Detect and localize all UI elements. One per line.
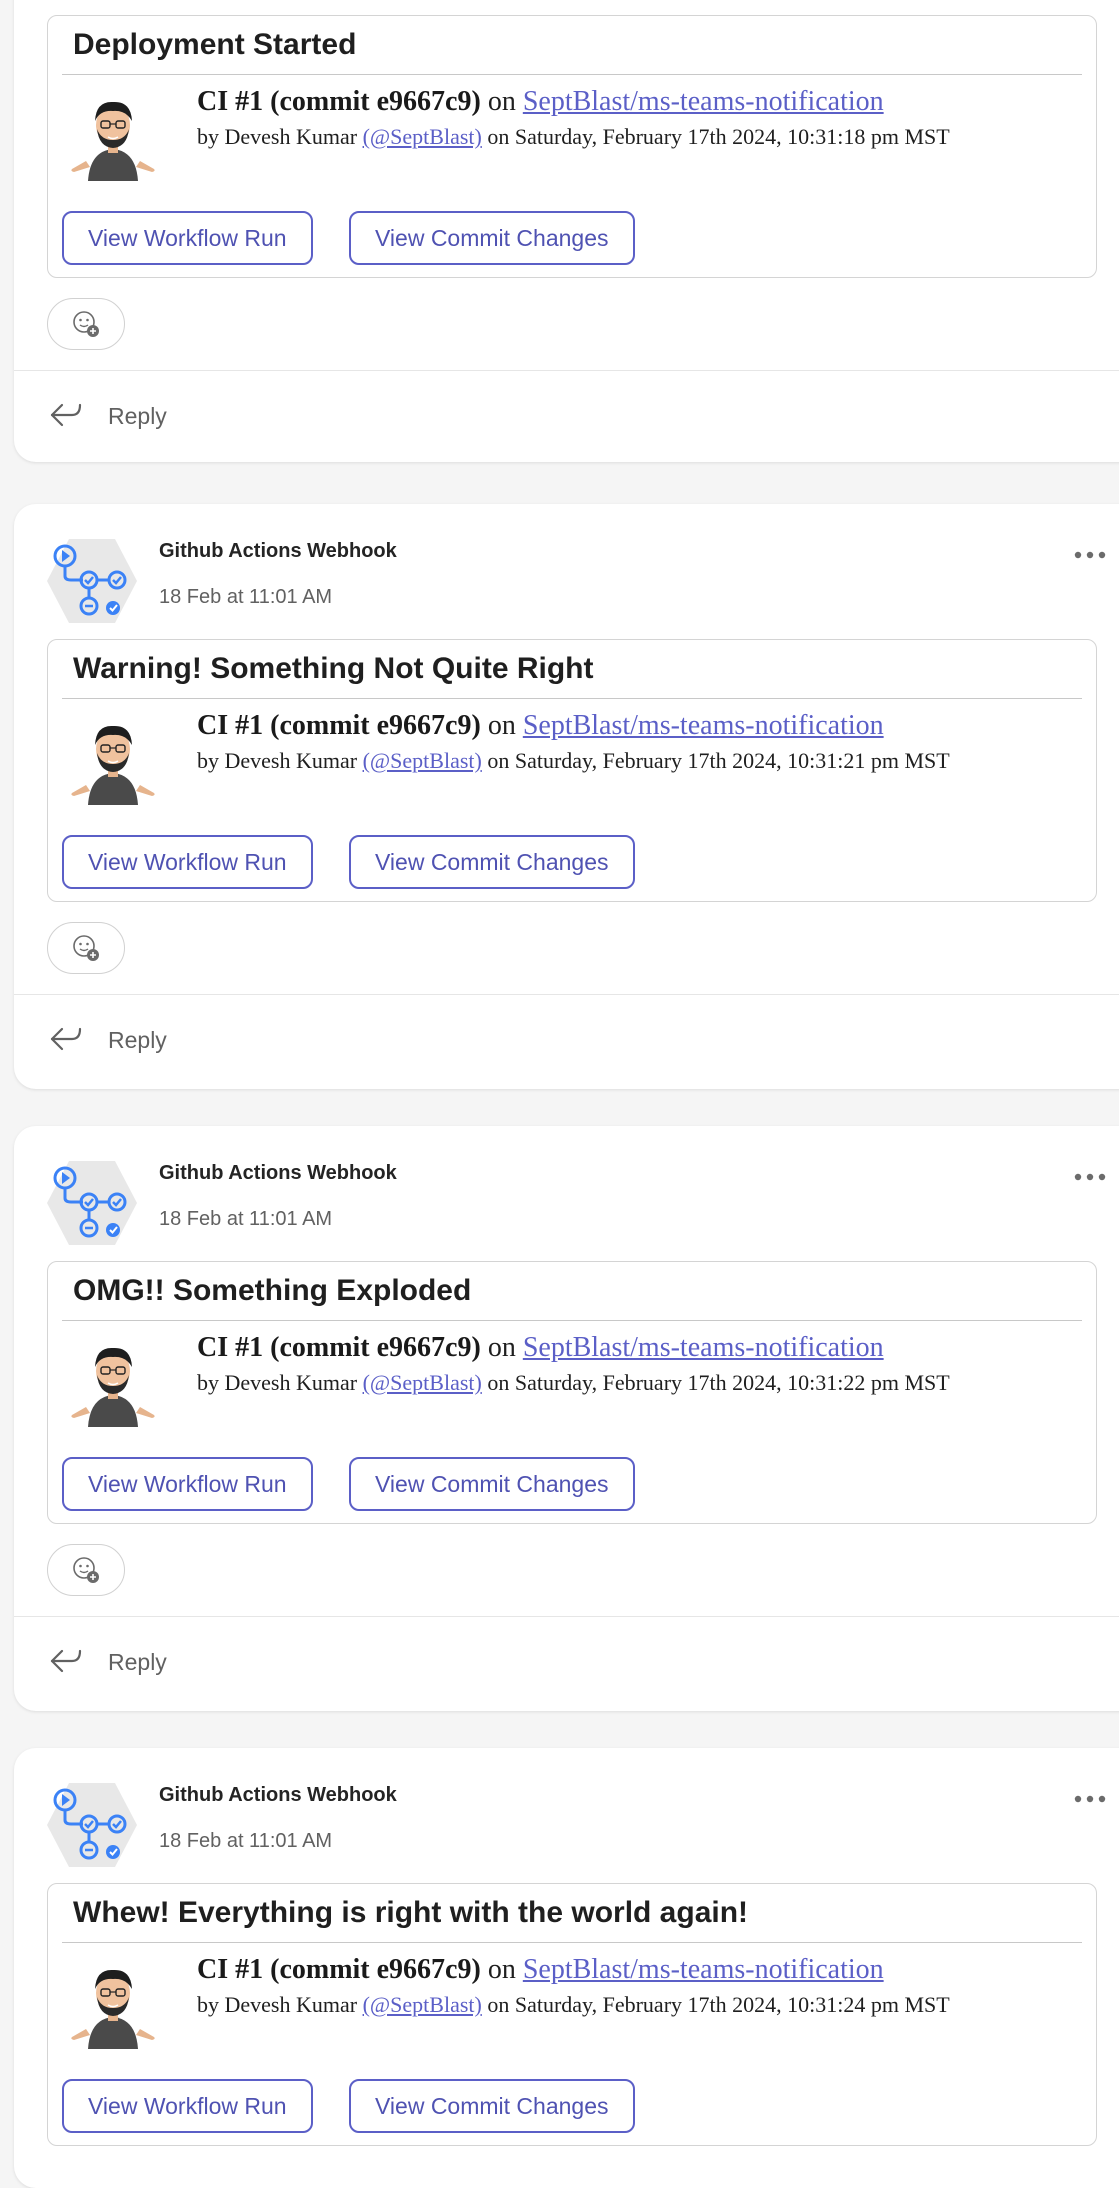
on-text: on <box>487 86 516 117</box>
github-actions-webhook-icon <box>47 539 137 623</box>
sender-name[interactable]: Github Actions Webhook <box>159 1162 397 1185</box>
person-avatar-icon <box>71 725 155 805</box>
reply-arrow-icon <box>50 1027 82 1051</box>
view-commit-changes-button[interactable]: View Commit Changes <box>349 835 635 889</box>
card-title: OMG!! Something Exploded <box>73 1274 472 1307</box>
github-actions-webhook-icon <box>47 1161 137 1245</box>
reply-label: Reply <box>108 1649 167 1675</box>
ci-label: CI #1 (commit e9667c9) <box>197 1954 481 1985</box>
author-info: by Devesh Kumar (@SeptBlast) on Saturday… <box>197 1992 950 2018</box>
card-divider <box>62 1320 1082 1321</box>
handle-link[interactable]: (@SeptBlast) <box>363 124 482 149</box>
on-text: on <box>487 1332 516 1363</box>
message-post: Github Actions Webhook 18 Feb at 11:01 A… <box>14 1126 1119 1711</box>
ci-label: CI #1 (commit e9667c9) <box>197 86 481 117</box>
author-info: by Devesh Kumar (@SeptBlast) on Saturday… <box>197 124 950 150</box>
on-text: on <box>487 710 516 741</box>
add-reaction-button[interactable] <box>47 922 125 974</box>
card-title: Whew! Everything is right with the world… <box>73 1896 749 1929</box>
person-avatar-icon <box>71 1347 155 1427</box>
repo-link[interactable]: SeptBlast/ms-teams-notification <box>523 710 884 741</box>
view-commit-changes-button[interactable]: View Commit Changes <box>349 2079 635 2133</box>
repo-link[interactable]: SeptBlast/ms-teams-notification <box>523 86 884 117</box>
date-text: on Saturday, February 17th 2024, 10:31:1… <box>487 124 950 149</box>
handle-link[interactable]: (@SeptBlast) <box>363 1370 482 1395</box>
by-text: by Devesh Kumar <box>197 124 358 149</box>
view-workflow-run-button[interactable]: View Workflow Run <box>62 211 313 265</box>
ci-info: CI #1 (commit e9667c9) on SeptBlast/ms-t… <box>197 1332 884 1364</box>
view-commit-changes-button[interactable]: View Commit Changes <box>349 211 635 265</box>
add-reaction-button[interactable] <box>47 1544 125 1596</box>
handle-link[interactable]: (@SeptBlast) <box>363 748 482 773</box>
sender-name[interactable]: Github Actions Webhook <box>159 1784 397 1807</box>
ci-info: CI #1 (commit e9667c9) on SeptBlast/ms-t… <box>197 1954 884 1986</box>
notification-card: Whew! Everything is right with the world… <box>47 1883 1097 2146</box>
repo-link[interactable]: SeptBlast/ms-teams-notification <box>523 1332 884 1363</box>
ci-info: CI #1 (commit e9667c9) on SeptBlast/ms-t… <box>197 710 884 742</box>
card-title: Deployment Started <box>73 28 357 61</box>
card-title: Warning! Something Not Quite Right <box>73 652 594 685</box>
view-workflow-run-button[interactable]: View Workflow Run <box>62 1457 313 1511</box>
reply-label: Reply <box>108 403 167 429</box>
repo-link[interactable]: SeptBlast/ms-teams-notification <box>523 1954 884 1985</box>
date-text: on Saturday, February 17th 2024, 10:31:2… <box>487 748 950 773</box>
more-options-icon[interactable] <box>1070 540 1110 570</box>
timestamp: 18 Feb at 11:01 AM <box>159 1208 333 1230</box>
add-reaction-button[interactable] <box>47 298 125 350</box>
view-workflow-run-button[interactable]: View Workflow Run <box>62 835 313 889</box>
card-divider <box>62 74 1082 75</box>
author-info: by Devesh Kumar (@SeptBlast) on Saturday… <box>197 748 950 774</box>
post-header: Github Actions Webhook 18 Feb at 11:01 A… <box>14 1748 1119 1883</box>
view-commit-changes-button[interactable]: View Commit Changes <box>349 1457 635 1511</box>
reply-label: Reply <box>108 1027 167 1053</box>
by-text: by Devesh Kumar <box>197 1992 358 2017</box>
reply-arrow-icon <box>50 1649 82 1673</box>
handle-link[interactable]: (@SeptBlast) <box>363 1992 482 2017</box>
card-divider <box>62 698 1082 699</box>
by-text: by Devesh Kumar <box>197 748 358 773</box>
person-avatar-icon <box>71 101 155 181</box>
notification-card: Warning! Something Not Quite Right CI #1… <box>47 639 1097 902</box>
add-reaction-icon <box>73 935 99 961</box>
card-divider <box>62 1942 1082 1943</box>
add-reaction-icon <box>73 311 99 337</box>
date-text: on Saturday, February 17th 2024, 10:31:2… <box>487 1992 950 2017</box>
timestamp: 18 Feb at 11:01 AM <box>159 1830 333 1852</box>
ci-label: CI #1 (commit e9667c9) <box>197 1332 481 1363</box>
on-text: on <box>487 1954 516 1985</box>
ci-info: CI #1 (commit e9667c9) on SeptBlast/ms-t… <box>197 86 884 118</box>
notification-card: OMG!! Something Exploded CI #1 (commit e… <box>47 1261 1097 1524</box>
timestamp: 18 Feb at 11:01 AM <box>159 586 333 608</box>
date-text: on Saturday, February 17th 2024, 10:31:2… <box>487 1370 950 1395</box>
person-avatar-icon <box>71 1969 155 2049</box>
notification-card: Deployment Started CI #1 (commit e9667c9… <box>47 15 1097 278</box>
reply-bar[interactable]: Reply <box>14 994 1119 1083</box>
reply-arrow-icon <box>50 403 82 427</box>
message-post: Deployment Started CI #1 (commit e9667c9… <box>14 0 1119 462</box>
post-header: Github Actions Webhook 18 Feb at 11:01 A… <box>14 1126 1119 1261</box>
more-options-icon[interactable] <box>1070 1162 1110 1192</box>
by-text: by Devesh Kumar <box>197 1370 358 1395</box>
more-options-icon[interactable] <box>1070 1784 1110 1814</box>
github-actions-webhook-icon <box>47 1783 137 1867</box>
add-reaction-icon <box>73 1557 99 1583</box>
ci-label: CI #1 (commit e9667c9) <box>197 710 481 741</box>
sender-name[interactable]: Github Actions Webhook <box>159 540 397 563</box>
view-workflow-run-button[interactable]: View Workflow Run <box>62 2079 313 2133</box>
message-post: Github Actions Webhook 18 Feb at 11:01 A… <box>14 504 1119 1089</box>
author-info: by Devesh Kumar (@SeptBlast) on Saturday… <box>197 1370 950 1396</box>
post-header: Github Actions Webhook 18 Feb at 11:01 A… <box>14 504 1119 639</box>
reply-bar[interactable]: Reply <box>14 1616 1119 1705</box>
message-post: Github Actions Webhook 18 Feb at 11:01 A… <box>14 1748 1119 2188</box>
reply-bar[interactable]: Reply <box>14 370 1119 459</box>
